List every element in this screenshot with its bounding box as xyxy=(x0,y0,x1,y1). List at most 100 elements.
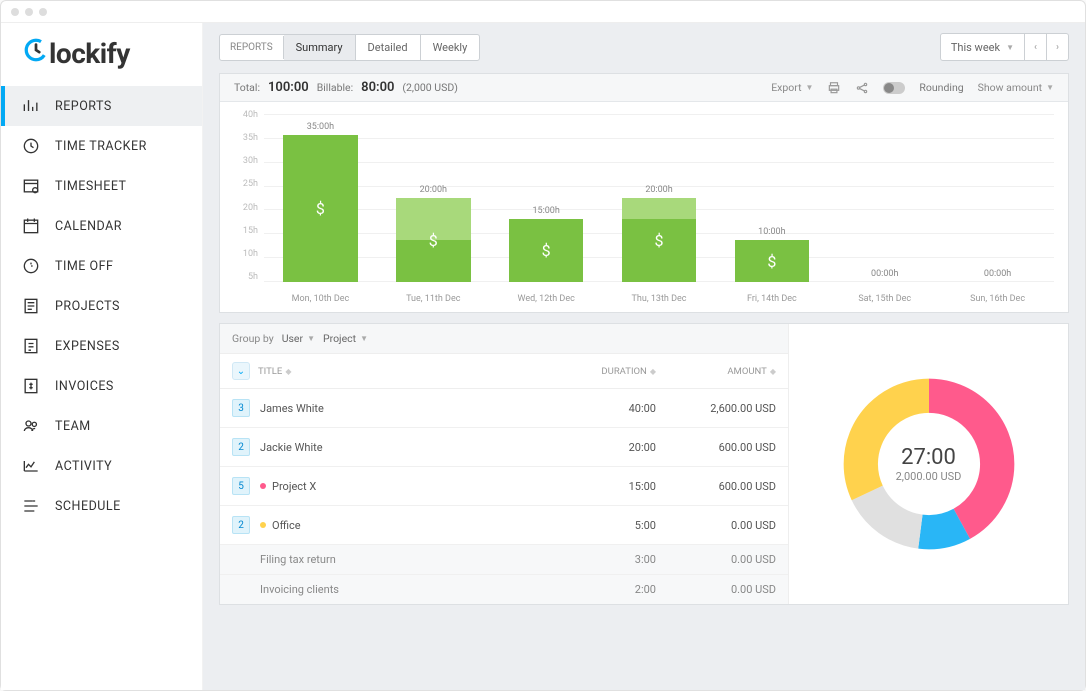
row-amount: 2,600.00 USD xyxy=(656,402,776,415)
bar-label: 00:00h xyxy=(984,269,1011,279)
bar-label: 20:00h xyxy=(645,185,672,195)
bar-1[interactable]: 20:00h$ xyxy=(377,114,490,282)
app-window: lockify REPORTSTIME TRACKERTIMESHEETCALE… xyxy=(0,0,1086,691)
bar-0[interactable]: 35:00h $ xyxy=(264,114,377,282)
billable-amount: (2,000 USD) xyxy=(402,81,457,94)
table-row[interactable]: 3 James White 40:002,600.00 USD xyxy=(220,389,788,428)
row-title: Jackie White xyxy=(260,441,323,454)
team-icon xyxy=(21,416,41,436)
logo-icon xyxy=(23,37,49,70)
logo[interactable]: lockify xyxy=(1,23,202,86)
tabs-label: REPORTS xyxy=(220,36,284,59)
groupby-label: Group by xyxy=(232,332,274,345)
row-duration: 40:00 xyxy=(556,402,656,415)
row-title: Invoicing clients xyxy=(260,583,339,596)
caret-down-icon: ▼ xyxy=(1046,83,1054,92)
breakdown-panel: Group by User ▼ Project ▼ ⌄ TITLE ◆ DURAT… xyxy=(219,323,1069,605)
bar-label: 20:00h xyxy=(420,185,447,195)
tab-detailed[interactable]: Detailed xyxy=(356,35,421,60)
expenses-icon xyxy=(21,336,41,356)
row-amount: 0.00 USD xyxy=(656,583,776,596)
table-subrow[interactable]: Invoicing clients 2:000.00 USD xyxy=(220,575,788,604)
row-title: James White xyxy=(260,402,324,415)
nav-label: PROJECTS xyxy=(55,299,120,314)
traffic-min-icon[interactable] xyxy=(25,8,33,16)
sidebar-item-reports[interactable]: REPORTS xyxy=(1,86,202,126)
nav-label: TIMESHEET xyxy=(55,179,127,194)
sidebar-item-calendar[interactable]: CALENDAR xyxy=(1,206,202,246)
rounding-toggle[interactable] xyxy=(883,82,905,94)
titlebar xyxy=(1,1,1085,23)
row-duration: 20:00 xyxy=(556,441,656,454)
dollar-icon: $ xyxy=(655,231,664,250)
print-button[interactable] xyxy=(827,81,841,95)
bar-2[interactable]: 15:00h$ xyxy=(490,114,603,282)
bar-chart: 40h35h30h25h20h15h10h5h 35:00h$20:00h$15… xyxy=(220,102,1068,312)
report-tabs: REPORTS SummaryDetailedWeekly xyxy=(219,34,480,61)
x-label: Tue, 11th Dec xyxy=(377,294,490,304)
total-value: 100:00 xyxy=(268,80,309,95)
groupby-user-dropdown[interactable]: User ▼ xyxy=(282,332,315,345)
next-week-button[interactable]: › xyxy=(1046,34,1068,60)
bar-5[interactable]: 00:00h xyxy=(828,114,941,282)
table-row[interactable]: 5Project X15:00600.00 USD xyxy=(220,467,788,506)
bar-label: 10:00h xyxy=(758,227,785,237)
nav-label: CALENDAR xyxy=(55,219,122,234)
sidebar-item-time-off[interactable]: TIME OFF xyxy=(1,246,202,286)
project-dot-icon xyxy=(260,483,266,489)
bar-label: 15:00h xyxy=(532,206,559,216)
row-amount: 600.00 USD xyxy=(656,480,776,493)
dollar-icon: $ xyxy=(316,199,325,218)
tab-weekly[interactable]: Weekly xyxy=(421,35,480,60)
tab-summary[interactable]: Summary xyxy=(284,35,356,60)
row-duration: 2:00 xyxy=(556,583,656,596)
nav-label: TEAM xyxy=(55,419,91,434)
nav-label: EXPENSES xyxy=(55,339,120,354)
project-dot-icon xyxy=(260,522,266,528)
sidebar-item-team[interactable]: TEAM xyxy=(1,406,202,446)
sidebar-item-time-tracker[interactable]: TIME TRACKER xyxy=(1,126,202,166)
sidebar-item-schedule[interactable]: SCHEDULE xyxy=(1,486,202,526)
bar-4[interactable]: 10:00h$ xyxy=(715,114,828,282)
projects-icon xyxy=(21,296,41,316)
export-button[interactable]: Export ▼ xyxy=(771,81,813,94)
col-title[interactable]: TITLE xyxy=(258,366,282,377)
groupby-project-dropdown[interactable]: Project ▼ xyxy=(323,332,368,345)
table-row[interactable]: 2Jackie White20:00600.00 USD xyxy=(220,428,788,467)
nav-label: ACTIVITY xyxy=(55,459,112,474)
x-label: Sun, 16th Dec xyxy=(941,294,1054,304)
count-badge: 2 xyxy=(232,438,250,456)
count-badge: 3 xyxy=(232,399,250,417)
col-amount[interactable]: AMOUNT xyxy=(727,366,767,377)
col-duration[interactable]: DURATION xyxy=(601,366,646,377)
sidebar-item-activity[interactable]: ACTIVITY xyxy=(1,446,202,486)
sidebar-item-projects[interactable]: PROJECTS xyxy=(1,286,202,326)
traffic-max-icon[interactable] xyxy=(39,8,47,16)
calendar-icon xyxy=(21,216,41,236)
invoices-icon xyxy=(21,376,41,396)
sort-icon: ◆ xyxy=(770,367,776,376)
bar-chart-icon xyxy=(21,96,41,116)
bar-label: 35:00h xyxy=(307,122,334,132)
sidebar-item-invoices[interactable]: INVOICES xyxy=(1,366,202,406)
prev-week-button[interactable]: ‹ xyxy=(1024,34,1046,60)
show-amount-button[interactable]: Show amount ▼ xyxy=(978,81,1054,94)
topbar: REPORTS SummaryDetailedWeekly This week … xyxy=(203,23,1085,67)
traffic-close-icon[interactable] xyxy=(11,8,19,16)
row-amount: 0.00 USD xyxy=(656,519,776,532)
donut-time: 27:00 xyxy=(901,445,956,470)
bar-3[interactable]: 20:00h $ xyxy=(603,114,716,282)
sidebar-item-expenses[interactable]: EXPENSES xyxy=(1,326,202,366)
bar-label: 00:00h xyxy=(871,269,898,279)
clock-icon xyxy=(21,136,41,156)
share-button[interactable] xyxy=(855,81,869,95)
date-range-selector[interactable]: This week ▼ ‹ › xyxy=(940,33,1069,61)
main: REPORTS SummaryDetailedWeekly This week … xyxy=(203,23,1085,690)
date-range-label: This week xyxy=(951,41,1000,54)
table-subrow[interactable]: Filing tax return3:000.00 USD xyxy=(220,545,788,575)
chevron-down-icon: ▼ xyxy=(1006,43,1014,52)
sidebar-item-timesheet[interactable]: TIMESHEET xyxy=(1,166,202,206)
table-row[interactable]: 2Office5:000.00 USD xyxy=(220,506,788,545)
collapse-all-button[interactable]: ⌄ xyxy=(232,362,250,380)
bar-6[interactable]: 00:00h xyxy=(941,114,1054,282)
